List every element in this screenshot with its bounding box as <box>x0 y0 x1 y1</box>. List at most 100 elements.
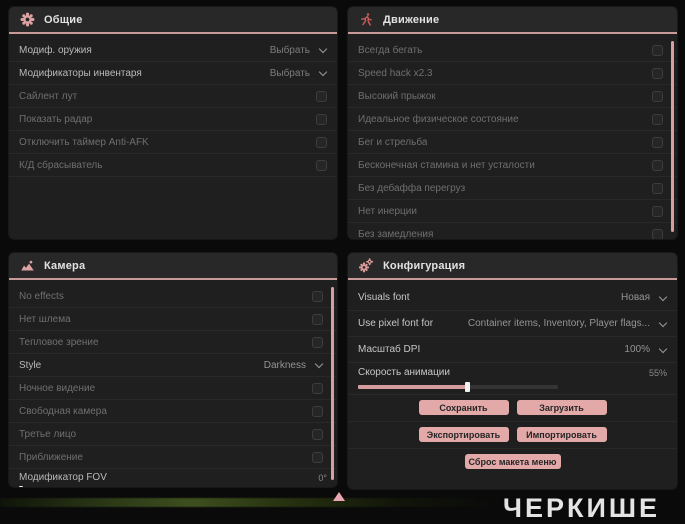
setting-row-always-run: Всегда бегать <box>348 39 677 62</box>
show-radar-checkbox[interactable] <box>316 113 327 125</box>
kd-reset-checkbox[interactable] <box>316 159 327 171</box>
setting-row-inventory-mods: Модификаторы инвентаря Выбрать <box>9 62 337 85</box>
panel-camera-header: Камера <box>9 253 337 280</box>
setting-row-free-camera: Свободная камера <box>9 400 337 423</box>
export-button[interactable]: Экспортировать <box>418 427 509 442</box>
panel-title: Движение <box>383 13 440 26</box>
config-buttons-row-2: Экспортировать Импортировать <box>348 422 677 449</box>
setting-label: Модификаторы инвентаря <box>19 67 142 79</box>
movement-rows: Всегда бегать Speed hack x2.3 Высокий пр… <box>348 34 677 240</box>
no-overload-debuff-checkbox[interactable] <box>652 182 663 194</box>
weapon-mod-dropdown[interactable]: Выбрать <box>270 45 327 56</box>
watermark-text: ЧЕРКИШЕ <box>503 493 661 523</box>
setting-label: Модификатор FOV <box>19 472 107 483</box>
setting-row-no-overload-debuff: Без дебаффа перегруз <box>348 177 677 200</box>
config-buttons-row-1: Сохранить Загрузить <box>348 395 677 422</box>
setting-row-pixel-font: Use pixel font for Container items, Inve… <box>348 311 677 337</box>
panel-title: Общие <box>44 13 83 26</box>
setting-row-zoom: Приближение <box>9 446 337 469</box>
silent-loot-checkbox[interactable] <box>316 90 327 102</box>
chevron-down-icon <box>659 294 667 302</box>
no-helmet-checkbox[interactable] <box>312 313 323 325</box>
visuals-font-dropdown[interactable]: Новая <box>621 292 667 303</box>
thermal-vision-checkbox[interactable] <box>312 336 323 348</box>
animation-speed-slider-handle[interactable] <box>465 382 470 392</box>
night-vision-checkbox[interactable] <box>312 382 323 394</box>
panel-title: Конфигурация <box>383 259 466 272</box>
animation-speed-slider[interactable] <box>358 382 558 392</box>
setting-label: Масштаб DPI <box>358 344 421 355</box>
game-background-strip <box>0 498 505 507</box>
setting-label: Бесконечная стамина и нет усталости <box>358 159 535 171</box>
chevron-down-icon <box>319 69 327 77</box>
setting-label: Третье лицо <box>19 428 77 440</box>
setting-row-dpi-scale: Масштаб DPI 100% <box>348 337 677 363</box>
inventory-mods-dropdown[interactable]: Выбрать <box>270 68 327 79</box>
setting-row-anti-afk: Отключить таймер Anti-AFK <box>9 131 337 154</box>
setting-label: Тепловое зрение <box>19 336 99 348</box>
camera-scrollbar[interactable] <box>331 287 334 480</box>
setting-row-kd-reset: К/Д сбрасыватель <box>9 154 337 177</box>
config-buttons-row-3: Сброс макета меню <box>348 449 677 475</box>
movement-scrollbar[interactable] <box>671 41 674 232</box>
panel-general: Общие Модиф. оружия Выбрать Модификаторы… <box>8 6 338 240</box>
always-run-checkbox[interactable] <box>652 44 663 56</box>
load-button[interactable]: Загрузить <box>516 400 607 415</box>
setting-label: К/Д сбрасыватель <box>19 159 103 171</box>
panel-config-header: Конфигурация <box>348 253 677 280</box>
third-person-checkbox[interactable] <box>312 428 323 440</box>
gear-icon <box>20 12 35 27</box>
save-button[interactable]: Сохранить <box>418 400 509 415</box>
setting-row-style: Style Darkness <box>9 354 337 377</box>
setting-label: Приближение <box>19 451 83 463</box>
dpi-scale-dropdown[interactable]: 100% <box>624 344 667 355</box>
pixel-font-dropdown[interactable]: Container items, Inventory, Player flags… <box>468 318 667 329</box>
no-inertia-checkbox[interactable] <box>652 205 663 217</box>
general-rows: Модиф. оружия Выбрать Модификаторы инвен… <box>9 34 337 177</box>
setting-label: Свободная камера <box>19 405 107 417</box>
setting-label: Высокий прыжок <box>358 90 436 102</box>
setting-row-run-and-shoot: Бег и стрельба <box>348 131 677 154</box>
setting-label: Style <box>19 359 42 371</box>
setting-row-no-inertia: Нет инерции <box>348 200 677 223</box>
anti-afk-checkbox[interactable] <box>316 136 327 148</box>
panel-title: Камера <box>44 259 86 272</box>
setting-label: Speed hack x2.3 <box>358 67 433 79</box>
reset-menu-layout-button[interactable]: Сброс макета меню <box>464 454 561 469</box>
zoom-checkbox[interactable] <box>312 451 323 463</box>
setting-row-third-person: Третье лицо <box>9 423 337 446</box>
run-and-shoot-checkbox[interactable] <box>652 136 663 148</box>
chevron-down-icon <box>659 346 667 354</box>
panel-movement-header: Движение <box>348 7 677 34</box>
setting-row-fov-modifier: Модификатор FOV 0° <box>9 469 337 487</box>
setting-row-high-jump: Высокий прыжок <box>348 85 677 108</box>
style-dropdown[interactable]: Darkness <box>264 360 323 371</box>
high-jump-checkbox[interactable] <box>652 90 663 102</box>
setting-label: Отключить таймер Anti-AFK <box>19 136 149 148</box>
setting-row-no-helmet: Нет шлема <box>9 308 337 331</box>
setting-row-visuals-font: Visuals font Новая <box>348 285 677 311</box>
running-man-icon <box>359 12 374 27</box>
setting-label: Идеальное физическое состояние <box>358 113 519 125</box>
config-rows: Visuals font Новая Use pixel font for Co… <box>348 280 677 475</box>
free-camera-checkbox[interactable] <box>312 405 323 417</box>
setting-row-show-radar: Показать радар <box>9 108 337 131</box>
setting-label: Бег и стрельба <box>358 136 428 148</box>
setting-row-speed-hack: Speed hack x2.3 <box>348 62 677 85</box>
import-button[interactable]: Импортировать <box>516 427 607 442</box>
speed-hack-checkbox[interactable] <box>652 67 663 79</box>
setting-label: Без замедления <box>358 228 434 240</box>
camera-rows: No effects Нет шлема Тепловое зрение Sty… <box>9 280 337 487</box>
fov-slider-handle[interactable] <box>19 486 23 487</box>
setting-row-animation-speed: Скорость анимации 55% <box>348 363 677 395</box>
panel-general-header: Общие <box>9 7 337 34</box>
setting-label: Без дебаффа перегруз <box>358 182 466 194</box>
setting-label: Показать радар <box>19 113 93 125</box>
infinite-stamina-checkbox[interactable] <box>652 159 663 171</box>
perfect-condition-checkbox[interactable] <box>652 113 663 125</box>
panel-camera: Камера No effects Нет шлема Тепловое зре… <box>8 252 338 488</box>
setting-row-perfect-condition: Идеальное физическое состояние <box>348 108 677 131</box>
no-slowdown-checkbox[interactable] <box>652 228 663 239</box>
setting-row-infinite-stamina: Бесконечная стамина и нет усталости <box>348 154 677 177</box>
no-effects-checkbox[interactable] <box>312 290 323 302</box>
